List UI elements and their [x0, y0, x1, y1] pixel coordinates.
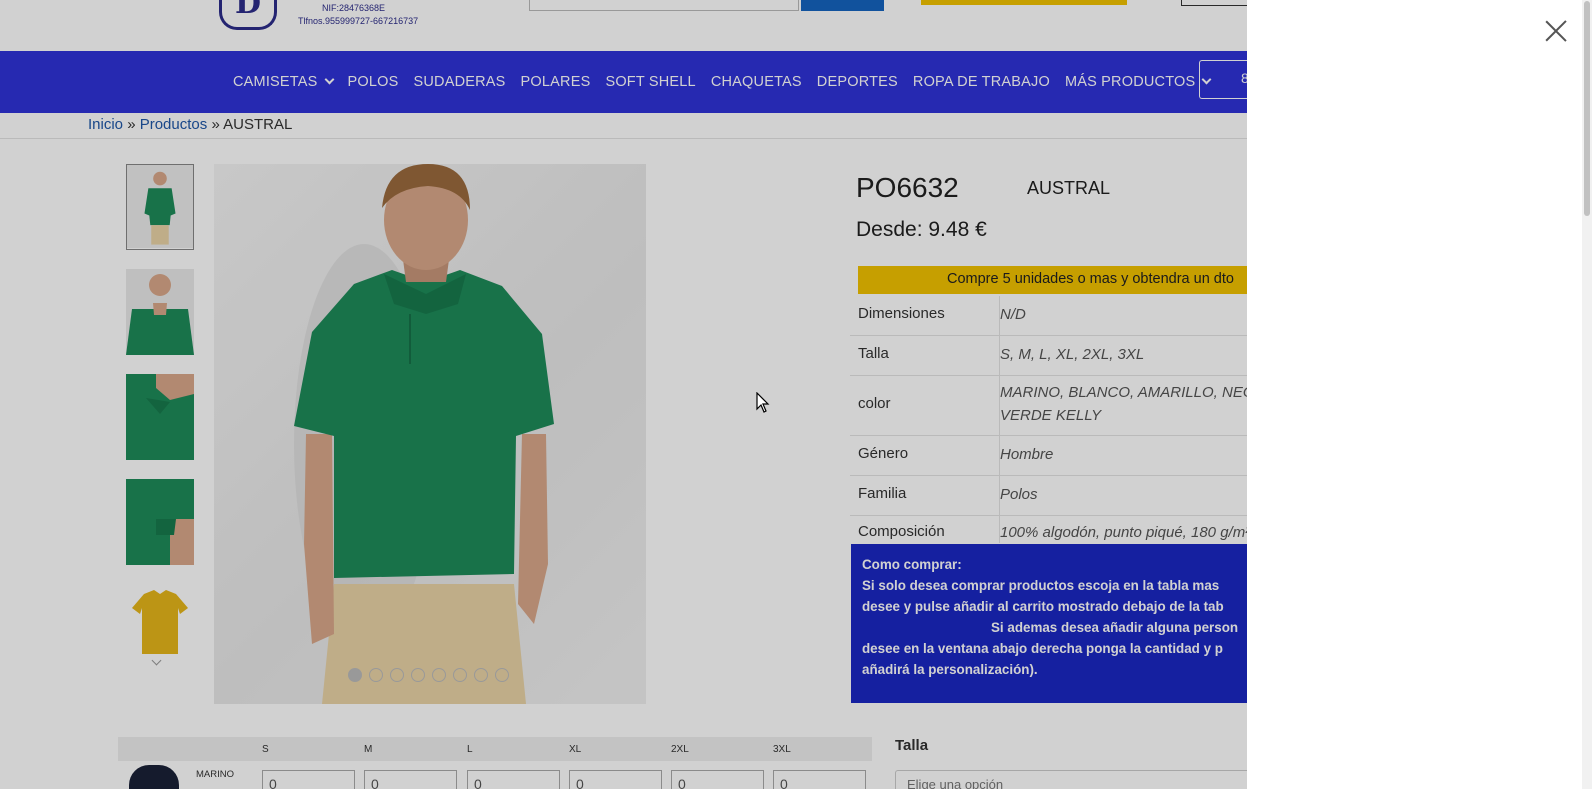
modal-overlay[interactable] [0, 0, 1247, 789]
scrollbar-thumb[interactable] [1584, 1, 1590, 216]
mouse-cursor-icon [756, 392, 770, 413]
scrollbar[interactable] [1582, 0, 1592, 789]
side-drawer [1247, 0, 1592, 789]
close-icon[interactable] [1543, 18, 1569, 44]
